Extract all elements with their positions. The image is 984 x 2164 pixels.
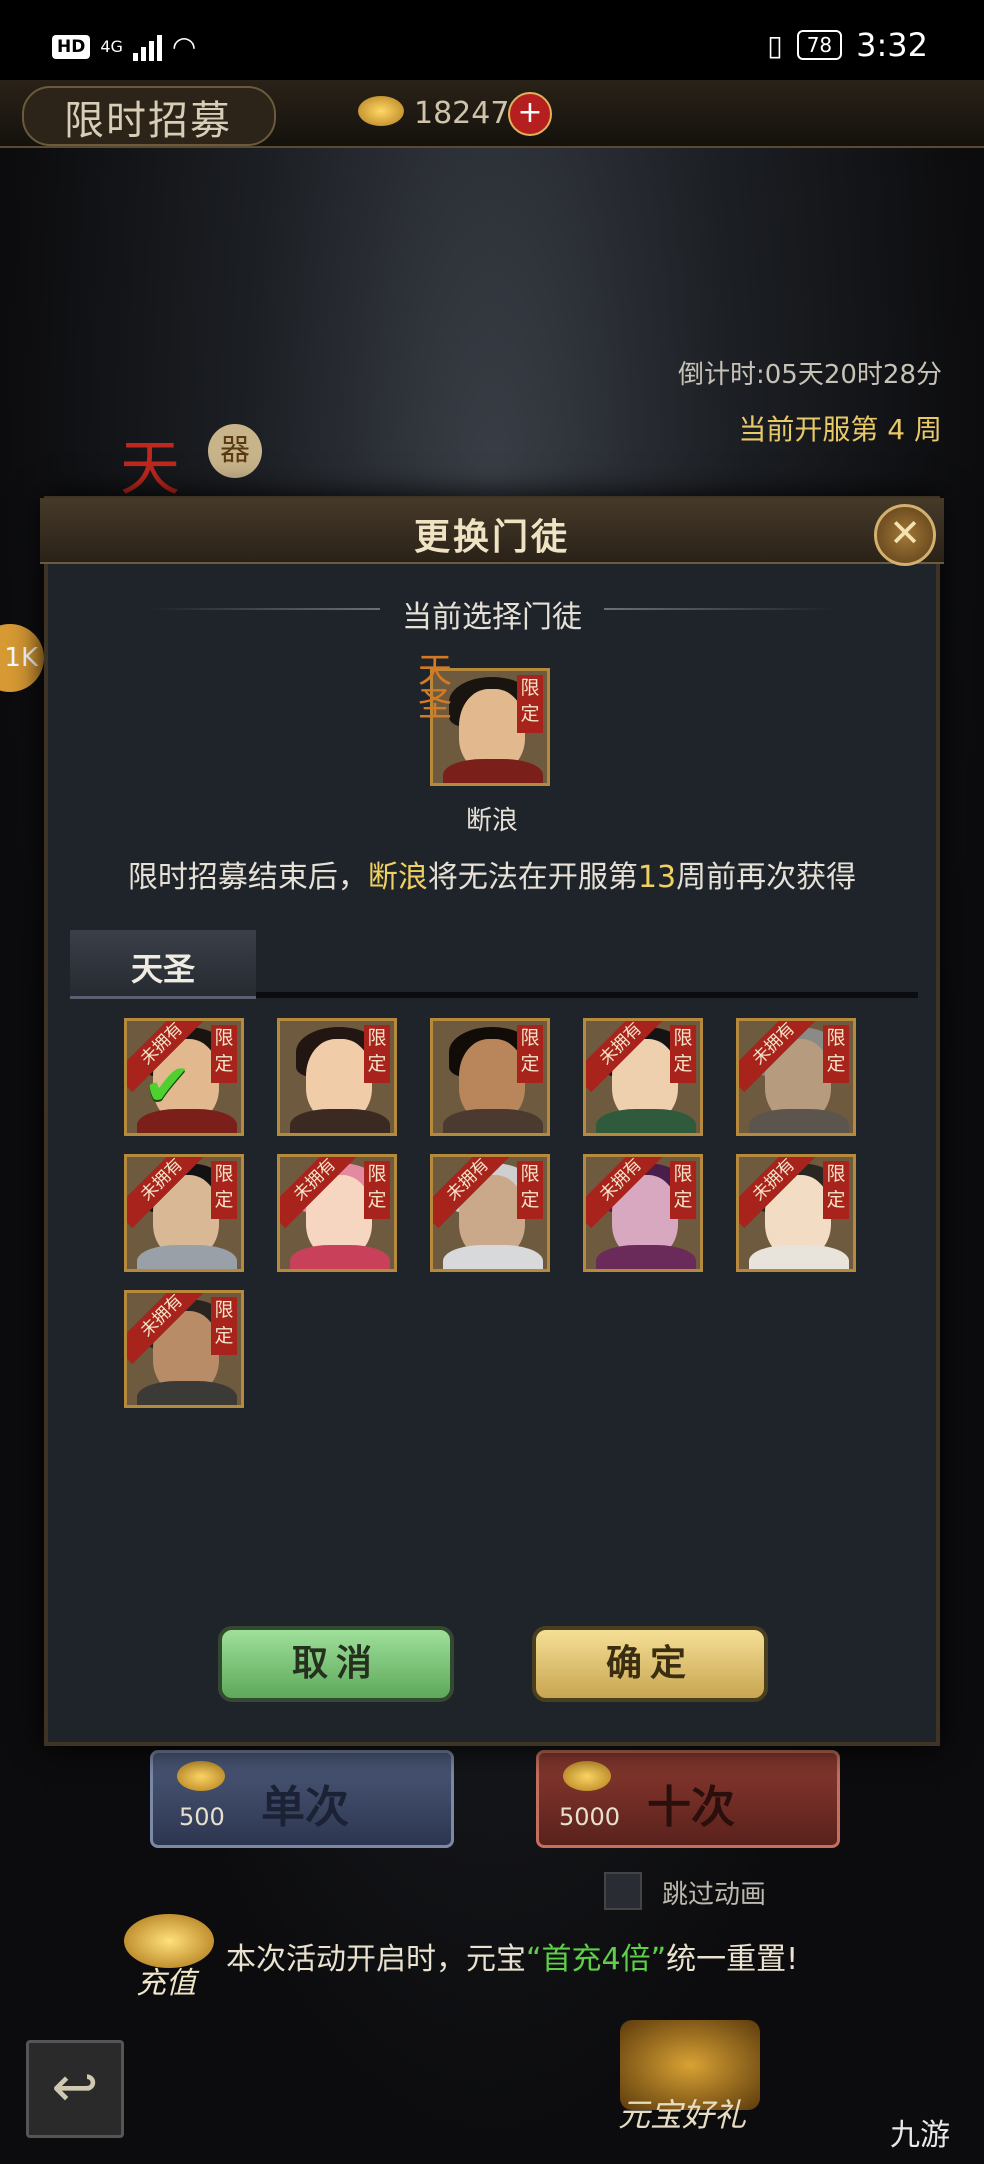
limited-tag: 限定: [211, 1025, 237, 1083]
tab-underline: [256, 992, 918, 998]
signal-icon: [132, 33, 162, 61]
disciple-tile[interactable]: 限定 未拥有: [736, 1018, 856, 1136]
skip-animation-label: 跳过动画: [662, 1880, 767, 1910]
server-week: 当前开服第 4 周: [738, 413, 942, 446]
back-button[interactable]: ↩: [26, 2040, 124, 2138]
gold-coin-icon: [177, 1761, 225, 1791]
portrait-robe: [749, 1245, 849, 1269]
disciple-tile[interactable]: 限定 未拥有: [583, 1154, 703, 1272]
status-right: ▯ 78 3:32: [767, 26, 928, 64]
wifi-icon: ◠: [171, 30, 197, 63]
limited-tag: 限定: [517, 1161, 543, 1219]
single-label: 单次: [261, 1782, 349, 1833]
promo-notice-suffix: 统一重置!: [666, 1942, 799, 1977]
limited-tag: 限定: [517, 1025, 543, 1083]
countdown-timer: 倒计时:05天20时28分: [677, 360, 942, 390]
current-disciple-name: 断浪: [465, 806, 518, 836]
tab-tiansheng-label: 天圣: [130, 950, 195, 988]
page-title: 限时招募: [64, 98, 232, 144]
close-button[interactable]: ✕: [874, 504, 936, 566]
limited-tag: 限定: [823, 1025, 849, 1083]
gold-amount: 18247: [414, 96, 510, 131]
network-label: 4G: [100, 37, 123, 56]
limited-tag: 限定: [364, 1025, 390, 1083]
promo-notice-prefix: 本次活动开启时，元宝: [226, 1942, 526, 1977]
weapon-badge[interactable]: 器: [208, 424, 262, 478]
checkmark-icon: ✔: [143, 1051, 192, 1119]
portrait-robe: [137, 1381, 237, 1405]
limited-tag: 限定: [670, 1161, 696, 1219]
notice-suffix: 周前再次获得: [676, 860, 857, 895]
limited-tag: 限定: [823, 1161, 849, 1219]
battery-indicator: 78: [796, 30, 843, 60]
limited-tag: 限定: [211, 1161, 237, 1219]
recruit-end-notice: 限时招募结束后，断浪将无法在开服第13周前再次获得: [0, 852, 984, 896]
grade-char: 天: [120, 434, 180, 504]
current-grade: 天圣: [418, 651, 452, 725]
portrait-robe: [596, 1245, 696, 1269]
portrait-robe: [290, 1245, 390, 1269]
disciple-tile[interactable]: 限定 未拥有: [277, 1154, 397, 1272]
portrait-robe: [137, 1245, 237, 1269]
limited-tag: 限定: [670, 1025, 696, 1083]
notice-prefix: 限时招募结束后，: [127, 860, 368, 895]
disciple-tile[interactable]: 限定 未拥有 ✔: [124, 1018, 244, 1136]
gift-label[interactable]: 元宝好礼: [618, 2090, 746, 2136]
cancel-label: 取消: [291, 1643, 380, 1684]
disciple-tile[interactable]: 限定: [277, 1018, 397, 1136]
ten-label: 十次: [647, 1782, 735, 1833]
vibrate-icon: ▯: [767, 28, 783, 62]
portrait-robe: [749, 1109, 849, 1133]
portrait-robe: [290, 1109, 390, 1133]
notice-mid: 将无法在开服第: [427, 860, 638, 895]
limited-tag: 限定: [517, 675, 543, 733]
disciple-tile[interactable]: 限定 未拥有: [430, 1154, 550, 1272]
notice-name: 断浪: [367, 860, 428, 895]
recruit-single-button[interactable]: 500 单次: [150, 1750, 454, 1848]
watermark: 九游: [890, 2118, 950, 2153]
promo-notice: 本次活动开启时，元宝“首充4倍”统一重置!: [226, 1934, 798, 1978]
hd-badge: HD: [52, 34, 91, 59]
recruit-ten-button[interactable]: 5000 十次: [536, 1750, 840, 1848]
current-selection-heading: 当前选择门徒: [402, 600, 582, 635]
confirm-label: 确定: [605, 1643, 694, 1684]
cancel-button[interactable]: 取消: [218, 1626, 454, 1702]
status-left: HD 4G ◠: [52, 30, 196, 63]
add-gold-button[interactable]: +: [508, 92, 552, 136]
limited-tag: 限定: [211, 1297, 237, 1355]
portrait-robe: [443, 1109, 543, 1133]
recharge-label[interactable]: 充值: [136, 1958, 196, 2002]
portrait-robe: [443, 1245, 543, 1269]
disciple-tile[interactable]: 限定 未拥有: [583, 1018, 703, 1136]
disciple-tile[interactable]: 限定: [430, 1018, 550, 1136]
confirm-button[interactable]: 确定: [532, 1626, 768, 1702]
ten-cost: 5000: [559, 1803, 621, 1831]
notice-week: 13: [637, 860, 677, 895]
gold-coin-icon: [563, 1761, 611, 1791]
limited-tag: 限定: [364, 1161, 390, 1219]
portrait-robe: [596, 1109, 696, 1133]
promo-notice-highlight: “首充4倍”: [526, 1942, 667, 1977]
skip-animation-checkbox[interactable]: [604, 1872, 642, 1910]
disciple-tile[interactable]: 限定 未拥有: [736, 1154, 856, 1272]
gold-ingot-icon: [358, 96, 404, 126]
single-cost: 500: [179, 1803, 225, 1831]
clock: 3:32: [856, 26, 928, 64]
disciple-tile[interactable]: 限定 未拥有: [124, 1154, 244, 1272]
disciple-tile[interactable]: 限定 未拥有: [124, 1290, 244, 1408]
dialog-title: 更换门徒: [413, 517, 570, 558]
portrait-robe: [443, 759, 543, 783]
